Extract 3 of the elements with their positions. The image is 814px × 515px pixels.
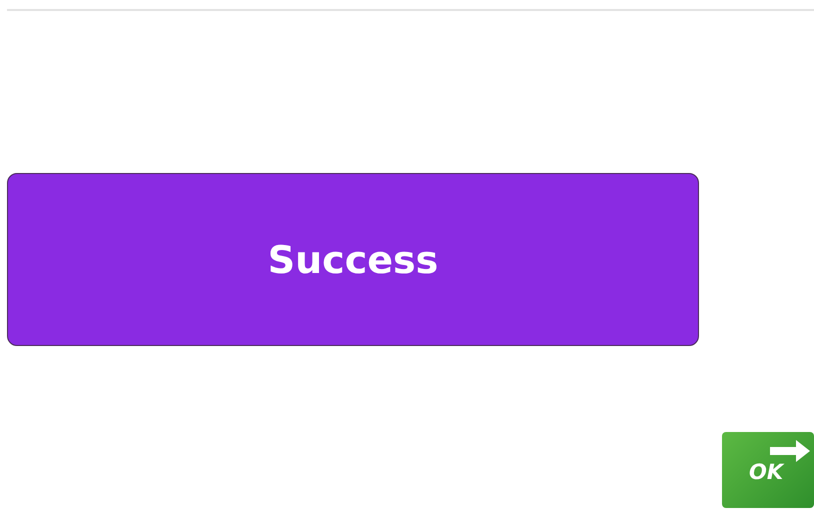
success-banner: Success <box>7 173 699 346</box>
arrow-icon <box>770 440 810 462</box>
ok-button[interactable]: OK <box>722 432 814 508</box>
